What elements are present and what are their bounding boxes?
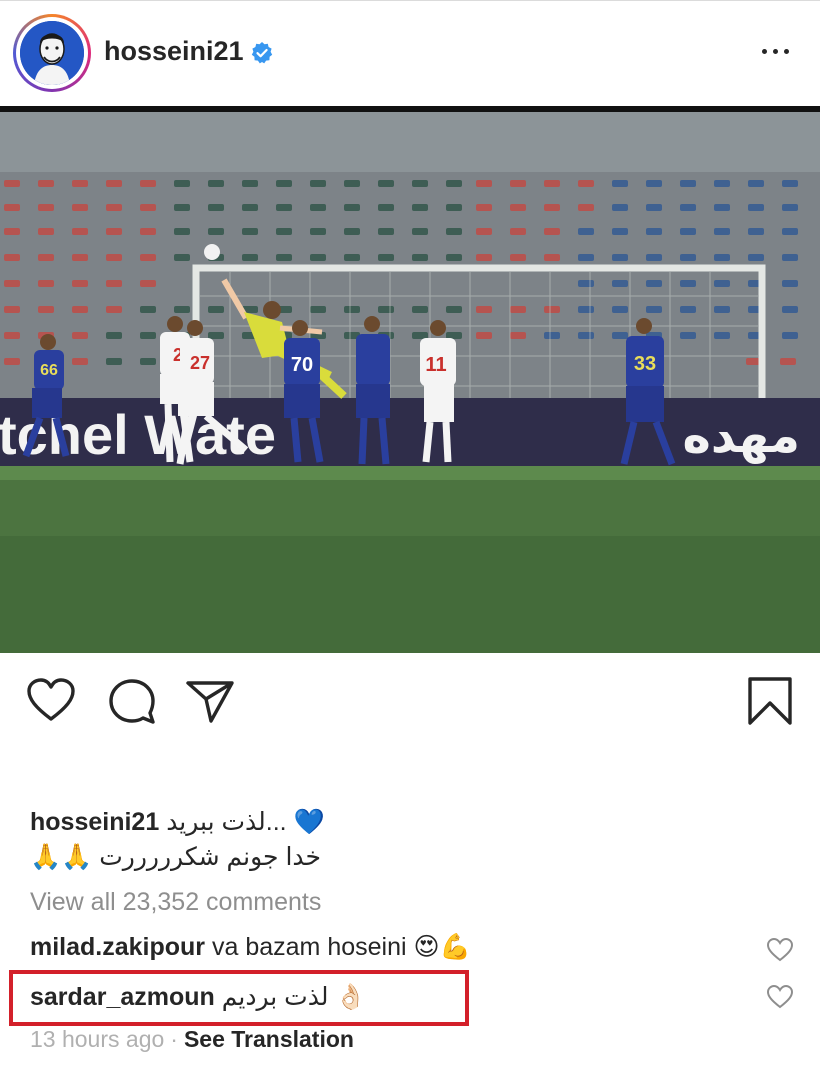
comment-like-heart-icon[interactable] (766, 984, 794, 1010)
caption-blue-heart-emoji: 💙 (293, 807, 325, 836)
post-caption: hosseini21 ...لذت ببرید 💙 (30, 804, 810, 840)
svg-text:66: 66 (40, 362, 58, 379)
post-header: hosseini21 (0, 0, 820, 106)
comment-text: va bazam hoseini (212, 933, 407, 961)
comment-meta: 13 hours ago · See Translation (30, 1026, 354, 1053)
verified-badge-icon (251, 42, 273, 64)
avatar[interactable] (13, 14, 91, 92)
svg-text:27: 27 (190, 353, 210, 373)
svg-text:11: 11 (425, 354, 446, 376)
more-dots-icon (762, 49, 767, 54)
svg-text:70: 70 (291, 354, 313, 376)
comment-time: 13 hours ago (30, 1026, 165, 1052)
comment-item: milad.zakipour va bazam hoseini 😍💪 (30, 932, 471, 962)
comment-text: لذت بردیم (221, 983, 329, 1011)
caption-text-line1: ...لذت ببرید (166, 808, 287, 836)
comment-like-heart-icon[interactable] (766, 937, 794, 963)
svg-text:33: 33 (634, 353, 656, 375)
comment-username[interactable]: sardar_azmoun (30, 983, 215, 1011)
more-options-button[interactable] (758, 36, 794, 66)
comment-emoji: 👌🏻 (335, 982, 367, 1011)
heart-icon[interactable] (25, 675, 77, 727)
caption-username[interactable]: hosseini21 (30, 808, 159, 836)
view-all-comments-link[interactable]: View all 23,352 comments (30, 888, 321, 917)
bookmark-icon[interactable] (744, 675, 796, 727)
comment-emoji: 😍💪 (413, 932, 471, 961)
post-action-bar (0, 660, 820, 740)
comment-item: sardar_azmoun لذت بردیم 👌🏻 (30, 982, 367, 1012)
banner-text-right: مهده (683, 408, 800, 464)
caption-text-line2: خدا جونم شکرررررت (99, 843, 321, 871)
avatar-image (20, 21, 84, 85)
caption-line2: 🙏🙏 خدا جونم شکرررررت (30, 842, 321, 872)
caption-praying-hands-emoji: 🙏🙏 (30, 842, 93, 871)
comment-bubble-icon[interactable] (106, 675, 158, 727)
paper-plane-icon[interactable] (184, 675, 236, 727)
post-author-username[interactable]: hosseini21 (104, 36, 244, 67)
meta-separator: · (170, 1026, 178, 1052)
post-photo[interactable]: tchel Wate مهده 66 2 27 70 11 33 (0, 106, 820, 653)
comment-username[interactable]: milad.zakipour (30, 933, 205, 961)
football-match-image: tchel Wate مهده 66 2 27 70 11 33 (0, 106, 820, 653)
ball (204, 244, 220, 260)
see-translation-link[interactable]: See Translation (184, 1026, 354, 1052)
